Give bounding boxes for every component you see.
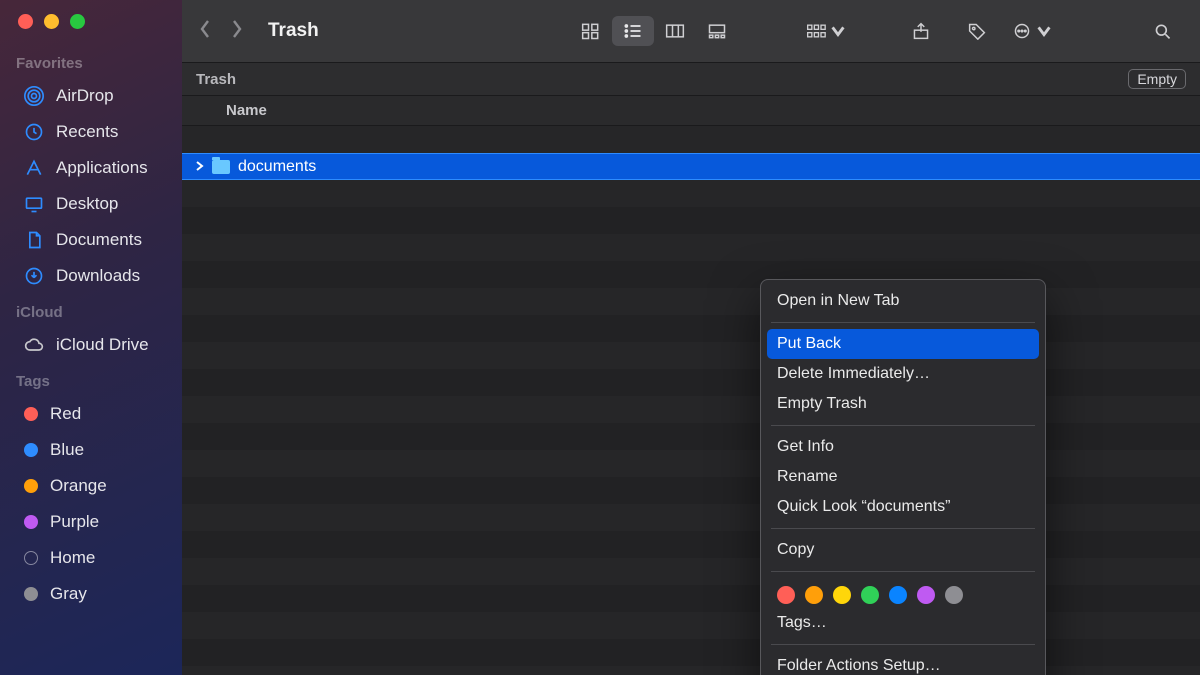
folder-icon: [212, 160, 230, 174]
view-columns-button[interactable]: [654, 16, 696, 46]
sidebar-item-label: Downloads: [56, 266, 140, 286]
ctx-delete-immediately[interactable]: Delete Immediately…: [761, 359, 1045, 389]
sidebar-tag-home[interactable]: Home: [8, 540, 174, 576]
search-button[interactable]: [1142, 16, 1184, 46]
sidebar-item-documents[interactable]: Documents: [8, 222, 174, 258]
document-icon: [24, 230, 44, 250]
sidebar-item-label: Purple: [50, 512, 99, 532]
nav-back-button[interactable]: [198, 19, 212, 44]
tag-dot-icon: [24, 551, 38, 565]
sidebar-item-label: Red: [50, 404, 81, 424]
context-menu: Open in New Tab Put Back Delete Immediat…: [760, 279, 1046, 675]
tags-button[interactable]: [956, 16, 998, 46]
airdrop-icon: [24, 86, 44, 106]
sidebar-tag-orange[interactable]: Orange: [8, 468, 174, 504]
tag-dot-icon: [24, 587, 38, 601]
sidebar-item-downloads[interactable]: Downloads: [8, 258, 174, 294]
ctx-tag-colors: [761, 578, 1045, 608]
path-location: Trash: [196, 71, 236, 88]
menu-separator: [771, 644, 1035, 645]
sidebar-section-tags: Tags: [0, 363, 182, 396]
disclosure-triangle-icon[interactable]: [194, 158, 204, 176]
tag-dot-icon: [24, 407, 38, 421]
sidebar-item-desktop[interactable]: Desktop: [8, 186, 174, 222]
share-button[interactable]: [900, 16, 942, 46]
view-switcher: [570, 16, 738, 46]
column-header[interactable]: Name: [182, 96, 1200, 126]
maximize-window-button[interactable]: [70, 14, 85, 29]
sidebar-tag-red[interactable]: Red: [8, 396, 174, 432]
tag-color-orange[interactable]: [805, 586, 823, 604]
clock-icon: [24, 122, 44, 142]
sidebar-item-icloud-drive[interactable]: iCloud Drive: [8, 327, 174, 363]
ctx-quick-look[interactable]: Quick Look “documents”: [761, 492, 1045, 522]
empty-trash-button[interactable]: Empty: [1128, 69, 1186, 89]
menu-separator: [771, 571, 1035, 572]
item-name: documents: [238, 158, 316, 176]
desktop-icon: [24, 194, 44, 214]
sidebar-item-label: Recents: [56, 122, 118, 142]
window-controls: [0, 14, 182, 29]
tag-color-purple[interactable]: [917, 586, 935, 604]
minimize-window-button[interactable]: [44, 14, 59, 29]
list-item-selected[interactable]: documents: [182, 153, 1200, 180]
sidebar-item-label: Applications: [56, 158, 148, 178]
ctx-folder-actions[interactable]: Folder Actions Setup…: [761, 651, 1045, 675]
ctx-rename[interactable]: Rename: [761, 462, 1045, 492]
ctx-get-info[interactable]: Get Info: [761, 432, 1045, 462]
cloud-icon: [24, 335, 44, 355]
tag-color-yellow[interactable]: [833, 586, 851, 604]
menu-separator: [771, 425, 1035, 426]
menu-separator: [771, 528, 1035, 529]
ctx-empty-trash[interactable]: Empty Trash: [761, 389, 1045, 419]
view-icons-button[interactable]: [570, 16, 612, 46]
sidebar-item-label: Orange: [50, 476, 107, 496]
tag-dot-icon: [24, 479, 38, 493]
path-bar: Trash Empty: [182, 62, 1200, 96]
sidebar: Favorites AirDrop Recents Applications D…: [0, 0, 182, 675]
sidebar-item-label: AirDrop: [56, 86, 114, 106]
tag-color-blue[interactable]: [889, 586, 907, 604]
view-list-button[interactable]: [612, 16, 654, 46]
ctx-tags[interactable]: Tags…: [761, 608, 1045, 638]
sidebar-item-label: iCloud Drive: [56, 335, 149, 355]
more-button[interactable]: [1012, 16, 1054, 46]
group-by-button[interactable]: [806, 16, 848, 46]
nav-forward-button[interactable]: [230, 19, 244, 44]
column-name-label: Name: [226, 102, 267, 119]
toolbar: Trash: [182, 0, 1200, 62]
close-window-button[interactable]: [18, 14, 33, 29]
window-title: Trash: [268, 20, 319, 42]
sidebar-item-applications[interactable]: Applications: [8, 150, 174, 186]
applications-icon: [24, 158, 44, 178]
tag-color-red[interactable]: [777, 586, 795, 604]
main-pane: Trash: [182, 0, 1200, 675]
sidebar-tag-gray[interactable]: Gray: [8, 576, 174, 612]
tag-color-gray[interactable]: [945, 586, 963, 604]
sidebar-item-airdrop[interactable]: AirDrop: [8, 78, 174, 114]
download-icon: [24, 266, 44, 286]
sidebar-item-label: Blue: [50, 440, 84, 460]
finder-window: Favorites AirDrop Recents Applications D…: [0, 0, 1200, 675]
sidebar-item-label: Gray: [50, 584, 87, 604]
sidebar-section-favorites: Favorites: [0, 45, 182, 78]
tag-dot-icon: [24, 515, 38, 529]
sidebar-tag-purple[interactable]: Purple: [8, 504, 174, 540]
ctx-open-new-tab[interactable]: Open in New Tab: [761, 286, 1045, 316]
menu-separator: [771, 322, 1035, 323]
tag-color-green[interactable]: [861, 586, 879, 604]
view-gallery-button[interactable]: [696, 16, 738, 46]
list-background: [182, 126, 1200, 675]
sidebar-item-label: Documents: [56, 230, 142, 250]
sidebar-item-recents[interactable]: Recents: [8, 114, 174, 150]
sidebar-item-label: Home: [50, 548, 95, 568]
ctx-put-back[interactable]: Put Back: [767, 329, 1039, 359]
ctx-copy[interactable]: Copy: [761, 535, 1045, 565]
file-list[interactable]: documents Open in New Tab Put Back Delet…: [182, 126, 1200, 675]
sidebar-tag-blue[interactable]: Blue: [8, 432, 174, 468]
tag-dot-icon: [24, 443, 38, 457]
sidebar-item-label: Desktop: [56, 194, 118, 214]
sidebar-section-icloud: iCloud: [0, 294, 182, 327]
